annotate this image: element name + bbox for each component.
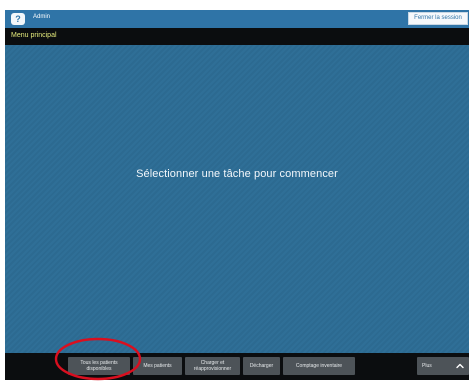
main-menu-title: Menu principal	[11, 32, 57, 39]
logout-button[interactable]: Fermer la session	[408, 12, 468, 25]
more-button[interactable]: Plus	[417, 357, 469, 375]
all-available-patients-button[interactable]: Tous les patients disponibles	[68, 357, 130, 375]
bottom-toolbar: Tous les patients disponibles Mes patien…	[5, 353, 469, 380]
main-menu-bar: Menu principal	[5, 28, 469, 45]
unload-button[interactable]: Décharger	[243, 357, 280, 375]
load-and-restock-button[interactable]: Charger et réapprovisionner	[185, 357, 240, 375]
all-patients-label-line-2: disponibles	[86, 366, 112, 372]
top-bar: ? Admin Fermer la session	[5, 10, 469, 28]
app-window: ? Admin Fermer la session Menu principal…	[5, 10, 469, 380]
inventory-count-button[interactable]: Comptage inventaire	[283, 357, 355, 375]
my-patients-button[interactable]: Mes patients	[133, 357, 182, 375]
help-icon: ?	[11, 13, 25, 25]
load-label-line-2: réapprovisionner	[193, 366, 232, 372]
task-content-area: Sélectionner une tâche pour commencer	[5, 45, 469, 353]
user-label: Admin	[33, 14, 51, 20]
select-task-message: Sélectionner une tâche pour commencer	[136, 168, 338, 180]
more-label: Plus	[422, 363, 432, 369]
chevron-up-icon	[456, 363, 464, 369]
